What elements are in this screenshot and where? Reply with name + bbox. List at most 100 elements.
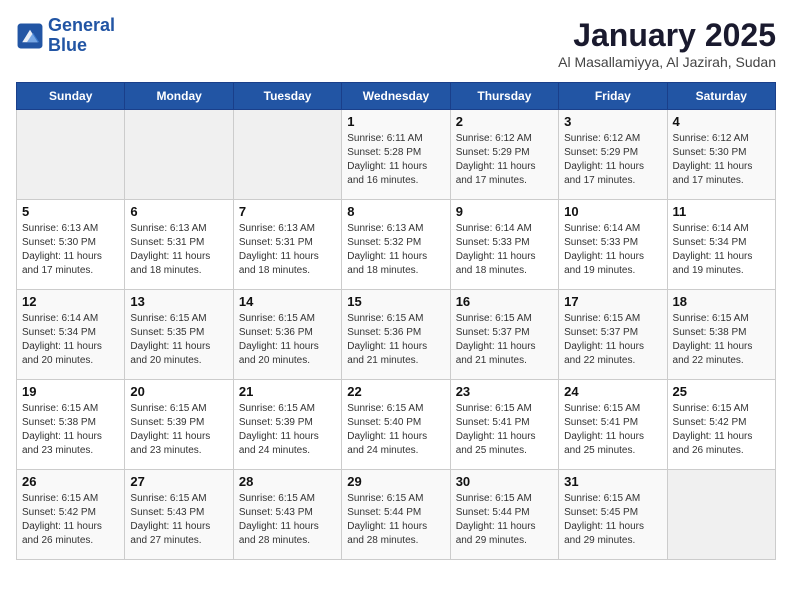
day-number: 7 (239, 204, 336, 219)
day-info: Sunrise: 6:15 AM Sunset: 5:35 PM Dayligh… (130, 312, 227, 368)
calendar-cell: 22 Sunrise: 6:15 AM Sunset: 5:40 PM Dayli… (342, 380, 450, 470)
day-number: 30 (456, 474, 553, 489)
day-info: Sunrise: 6:12 AM Sunset: 5:29 PM Dayligh… (564, 132, 661, 188)
day-number: 27 (130, 474, 227, 489)
day-info: Sunrise: 6:14 AM Sunset: 5:33 PM Dayligh… (564, 222, 661, 278)
calendar-cell: 24Sunrise: 6:15 AM Sunset: 5:41 PM Dayli… (559, 380, 667, 470)
calendar-cell: 4 Sunrise: 6:12 AM Sunset: 5:30 PM Daylig… (667, 110, 775, 200)
day-info: Sunrise: 6:12 AM Sunset: 5:30 PM Dayligh… (673, 132, 770, 188)
day-number: 10 (564, 204, 661, 219)
calendar-cell: 12 Sunrise: 6:14 AM Sunset: 5:34 PM Dayli… (17, 290, 125, 380)
day-info: Sunrise: 6:14 AM Sunset: 5:33 PM Dayligh… (456, 222, 553, 278)
calendar-cell: 21 Sunrise: 6:15 AM Sunset: 5:39 PM Dayli… (233, 380, 341, 470)
day-info: Sunrise: 6:12 AM Sunset: 5:29 PM Dayligh… (456, 132, 553, 188)
page-header: General Blue January 2025 Al Masallamiyy… (16, 16, 776, 70)
day-number: 11 (673, 204, 770, 219)
calendar-cell: 28 Sunrise: 6:15 AM Sunset: 5:43 PM Dayli… (233, 470, 341, 560)
week-row-2: 5 Sunrise: 6:13 AM Sunset: 5:30 PM Daylig… (17, 200, 776, 290)
weekday-header-thursday: Thursday (450, 83, 558, 110)
weekday-header-friday: Friday (559, 83, 667, 110)
calendar-cell: 6Sunrise: 6:13 AM Sunset: 5:31 PM Daylig… (125, 200, 233, 290)
calendar-cell: 19 Sunrise: 6:15 AM Sunset: 5:38 PM Dayli… (17, 380, 125, 470)
weekday-row: SundayMondayTuesdayWednesdayThursdayFrid… (17, 83, 776, 110)
calendar-cell: 14Sunrise: 6:15 AM Sunset: 5:36 PM Dayli… (233, 290, 341, 380)
calendar-title: January 2025 (558, 16, 776, 54)
weekday-header-tuesday: Tuesday (233, 83, 341, 110)
calendar-body: 1Sunrise: 6:11 AM Sunset: 5:28 PM Daylig… (17, 110, 776, 560)
calendar-cell: 8Sunrise: 6:13 AM Sunset: 5:32 PM Daylig… (342, 200, 450, 290)
calendar-cell: 7Sunrise: 6:13 AM Sunset: 5:31 PM Daylig… (233, 200, 341, 290)
calendar-subtitle: Al Masallamiyya, Al Jazirah, Sudan (558, 54, 776, 70)
day-number: 24 (564, 384, 661, 399)
day-info: Sunrise: 6:14 AM Sunset: 5:34 PM Dayligh… (22, 312, 119, 368)
day-number: 26 (22, 474, 119, 489)
day-info: Sunrise: 6:15 AM Sunset: 5:38 PM Dayligh… (22, 402, 119, 458)
day-info: Sunrise: 6:13 AM Sunset: 5:30 PM Dayligh… (22, 222, 119, 278)
day-number: 8 (347, 204, 444, 219)
calendar-cell: 18Sunrise: 6:15 AM Sunset: 5:38 PM Dayli… (667, 290, 775, 380)
calendar-cell: 3 Sunrise: 6:12 AM Sunset: 5:29 PM Daylig… (559, 110, 667, 200)
logo: General Blue (16, 16, 115, 56)
day-number: 12 (22, 294, 119, 309)
calendar-cell: 10 Sunrise: 6:14 AM Sunset: 5:33 PM Dayli… (559, 200, 667, 290)
calendar-cell (667, 470, 775, 560)
day-info: Sunrise: 6:15 AM Sunset: 5:37 PM Dayligh… (456, 312, 553, 368)
day-number: 5 (22, 204, 119, 219)
day-info: Sunrise: 6:15 AM Sunset: 5:39 PM Dayligh… (239, 402, 336, 458)
day-info: Sunrise: 6:15 AM Sunset: 5:36 PM Dayligh… (347, 312, 444, 368)
title-block: January 2025 Al Masallamiyya, Al Jazirah… (558, 16, 776, 70)
calendar-cell: 29 Sunrise: 6:15 AM Sunset: 5:44 PM Dayli… (342, 470, 450, 560)
day-number: 21 (239, 384, 336, 399)
day-info: Sunrise: 6:13 AM Sunset: 5:31 PM Dayligh… (130, 222, 227, 278)
day-number: 2 (456, 114, 553, 129)
weekday-header-wednesday: Wednesday (342, 83, 450, 110)
day-number: 22 (347, 384, 444, 399)
calendar-cell: 30Sunrise: 6:15 AM Sunset: 5:44 PM Dayli… (450, 470, 558, 560)
day-number: 29 (347, 474, 444, 489)
day-info: Sunrise: 6:14 AM Sunset: 5:34 PM Dayligh… (673, 222, 770, 278)
logo-icon (16, 22, 44, 50)
day-info: Sunrise: 6:15 AM Sunset: 5:42 PM Dayligh… (22, 492, 119, 548)
day-info: Sunrise: 6:15 AM Sunset: 5:42 PM Dayligh… (673, 402, 770, 458)
calendar-cell: 23 Sunrise: 6:15 AM Sunset: 5:41 PM Dayli… (450, 380, 558, 470)
calendar-cell (125, 110, 233, 200)
calendar-cell: 26 Sunrise: 6:15 AM Sunset: 5:42 PM Dayli… (17, 470, 125, 560)
calendar-table: SundayMondayTuesdayWednesdayThursdayFrid… (16, 82, 776, 560)
day-number: 31 (564, 474, 661, 489)
calendar-cell (233, 110, 341, 200)
day-number: 28 (239, 474, 336, 489)
day-number: 3 (564, 114, 661, 129)
week-row-5: 26 Sunrise: 6:15 AM Sunset: 5:42 PM Dayli… (17, 470, 776, 560)
day-number: 18 (673, 294, 770, 309)
calendar-cell: 31Sunrise: 6:15 AM Sunset: 5:45 PM Dayli… (559, 470, 667, 560)
weekday-header-monday: Monday (125, 83, 233, 110)
day-number: 23 (456, 384, 553, 399)
day-info: Sunrise: 6:15 AM Sunset: 5:40 PM Dayligh… (347, 402, 444, 458)
day-number: 17 (564, 294, 661, 309)
week-row-4: 19 Sunrise: 6:15 AM Sunset: 5:38 PM Dayli… (17, 380, 776, 470)
day-info: Sunrise: 6:15 AM Sunset: 5:43 PM Dayligh… (239, 492, 336, 548)
day-number: 4 (673, 114, 770, 129)
day-number: 16 (456, 294, 553, 309)
day-number: 9 (456, 204, 553, 219)
calendar-cell: 9 Sunrise: 6:14 AM Sunset: 5:33 PM Daylig… (450, 200, 558, 290)
calendar-cell: 11 Sunrise: 6:14 AM Sunset: 5:34 PM Dayli… (667, 200, 775, 290)
calendar-cell: 25Sunrise: 6:15 AM Sunset: 5:42 PM Dayli… (667, 380, 775, 470)
day-number: 13 (130, 294, 227, 309)
day-info: Sunrise: 6:15 AM Sunset: 5:41 PM Dayligh… (456, 402, 553, 458)
calendar-cell: 17Sunrise: 6:15 AM Sunset: 5:37 PM Dayli… (559, 290, 667, 380)
calendar-cell: 20Sunrise: 6:15 AM Sunset: 5:39 PM Dayli… (125, 380, 233, 470)
day-info: Sunrise: 6:15 AM Sunset: 5:36 PM Dayligh… (239, 312, 336, 368)
calendar-cell: 2 Sunrise: 6:12 AM Sunset: 5:29 PM Daylig… (450, 110, 558, 200)
calendar-cell: 5 Sunrise: 6:13 AM Sunset: 5:30 PM Daylig… (17, 200, 125, 290)
day-info: Sunrise: 6:15 AM Sunset: 5:44 PM Dayligh… (347, 492, 444, 548)
day-number: 15 (347, 294, 444, 309)
day-number: 19 (22, 384, 119, 399)
weekday-header-sunday: Sunday (17, 83, 125, 110)
calendar-header: SundayMondayTuesdayWednesdayThursdayFrid… (17, 83, 776, 110)
day-info: Sunrise: 6:15 AM Sunset: 5:43 PM Dayligh… (130, 492, 227, 548)
day-number: 20 (130, 384, 227, 399)
week-row-3: 12 Sunrise: 6:14 AM Sunset: 5:34 PM Dayli… (17, 290, 776, 380)
week-row-1: 1Sunrise: 6:11 AM Sunset: 5:28 PM Daylig… (17, 110, 776, 200)
logo-text: General Blue (48, 16, 115, 56)
